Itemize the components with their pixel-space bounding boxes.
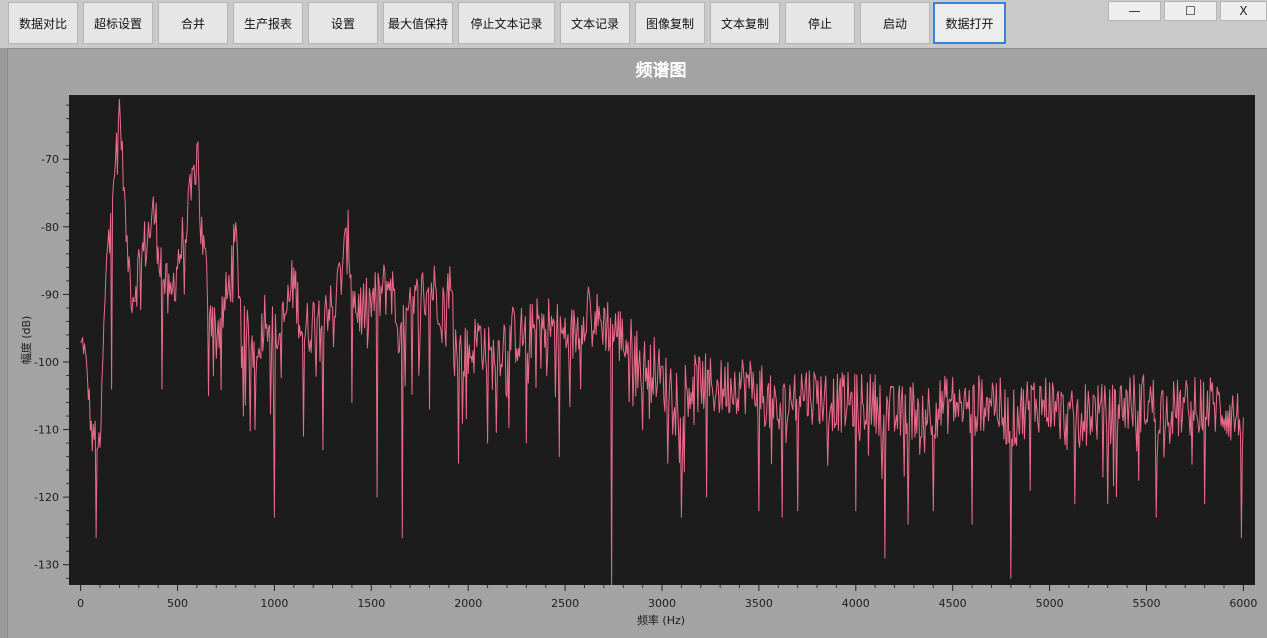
- plot-area: [69, 95, 1255, 585]
- x-tick-label: 500: [167, 597, 188, 610]
- y-tick-label: -70: [41, 153, 59, 166]
- y-axis: -130 -120 -110 -100 -90 -80 -70: [34, 104, 69, 579]
- x-tick-label: 2000: [454, 597, 482, 610]
- x-axis-label: 频率 (Hz): [637, 613, 685, 627]
- x-tick-label: 0: [77, 597, 84, 610]
- y-axis-label: 幅度 (dB): [19, 316, 33, 365]
- y-tick-label: -100: [34, 356, 59, 369]
- x-tick-label: 6000: [1229, 597, 1257, 610]
- x-tick-label: 5000: [1036, 597, 1064, 610]
- spectrum-chart: 频谱图 -130 -120 -110 -100 -90 -80 -70 0 500 1000 15…: [19, 60, 1257, 627]
- x-tick-label: 1500: [357, 597, 385, 610]
- x-axis: 0 500 1000 1500 2000 2500 3000 3500 4000 4500 5000…: [77, 585, 1257, 610]
- x-tick-label: 1000: [260, 597, 288, 610]
- x-tick-label: 4000: [842, 597, 870, 610]
- y-tick-label: -110: [34, 424, 59, 437]
- chart-title: 频谱图: [636, 60, 687, 81]
- y-tick-label: -90: [41, 288, 59, 301]
- y-tick-label: -120: [34, 491, 59, 504]
- x-tick-label: 3500: [745, 597, 773, 610]
- x-tick-label: 2500: [551, 597, 579, 610]
- y-tick-label: -80: [41, 221, 59, 234]
- y-tick-label: -130: [34, 559, 59, 572]
- x-tick-label: 3000: [648, 597, 676, 610]
- x-tick-label: 4500: [939, 597, 967, 610]
- x-tick-label: 5500: [1132, 597, 1160, 610]
